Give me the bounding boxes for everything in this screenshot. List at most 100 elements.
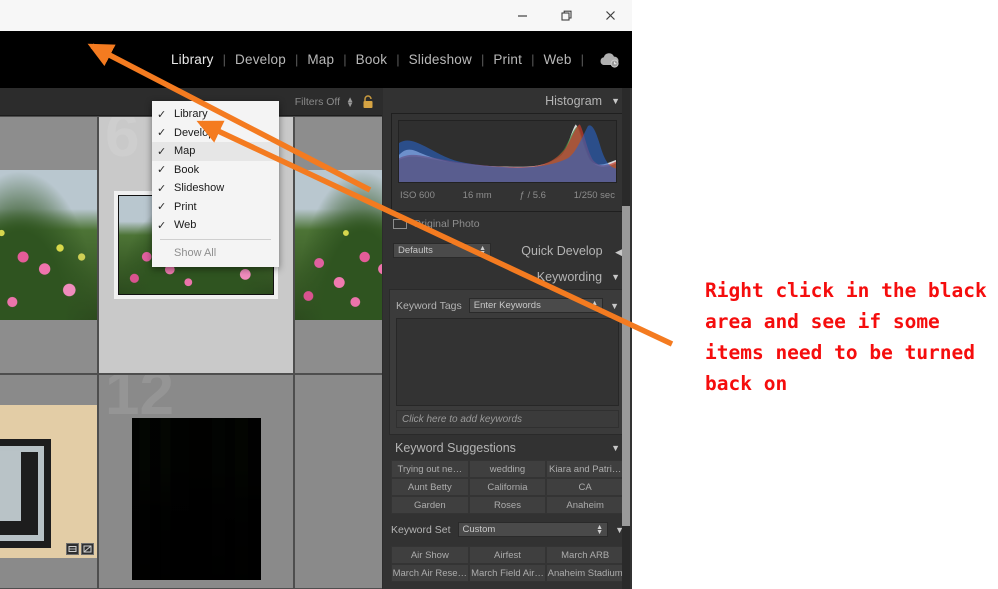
grid-cell[interactable] — [294, 116, 382, 374]
keyword-suggestion[interactable]: Kiara and Patri… — [546, 460, 624, 478]
keyword-suggestion[interactable]: Roses — [468, 496, 547, 514]
context-menu-item-slideshow[interactable]: ✓ Slideshow — [152, 179, 279, 198]
triangle-down-icon[interactable]: ▼ — [611, 96, 620, 106]
roses-photo — [0, 170, 97, 320]
keyword-set-item[interactable]: March ARB — [546, 546, 624, 564]
check-icon: ✓ — [157, 201, 167, 214]
keyword-set-dropdown[interactable]: Custom ▲ ▼ — [457, 522, 609, 537]
lock-icon[interactable] — [360, 94, 376, 110]
keyword-set-item[interactable]: March Air Rese… — [391, 564, 469, 582]
keyword-set-grid[interactable]: Air Show Airfest March ARB March Air Res… — [391, 546, 624, 582]
module-book[interactable]: Book — [347, 52, 397, 67]
develop-badge-icon[interactable] — [81, 543, 94, 555]
triangle-down-icon[interactable]: ▼ — [610, 301, 619, 311]
iso-value: ISO 600 — [400, 190, 435, 201]
grid-cell[interactable]: 12 — [98, 374, 294, 589]
right-panel-scrollbar[interactable] — [622, 88, 630, 589]
lightroom-window: Library | Develop | Map | Book | Slidesh… — [0, 31, 632, 589]
module-develop[interactable]: Develop — [226, 52, 295, 67]
add-keywords-input[interactable]: Click here to add keywords — [396, 410, 619, 428]
keyword-suggestion[interactable]: Anaheim — [546, 496, 624, 514]
histogram-panel-header[interactable]: Histogram ▼ — [383, 88, 632, 113]
context-menu-item-map[interactable]: ✓ Map — [152, 142, 279, 161]
updown-stepper-icon[interactable]: ▲ ▼ — [596, 524, 603, 536]
thumbnail-image[interactable] — [0, 170, 97, 320]
keyword-set-header[interactable]: Keyword Set Custom ▲ ▼ ▼ — [391, 520, 624, 542]
context-menu-item-print[interactable]: ✓ Print — [152, 198, 279, 217]
module-print[interactable]: Print — [484, 52, 531, 67]
keyword-tags-textarea[interactable] — [396, 318, 619, 406]
context-menu-label: Print — [174, 200, 197, 213]
crop-badge-icon[interactable] — [66, 543, 79, 555]
window-minimize-button[interactable] — [500, 0, 544, 31]
keyword-set-item[interactable]: Air Show — [391, 546, 469, 564]
scrollbar-thumb[interactable] — [622, 206, 630, 526]
module-library[interactable]: Library — [162, 52, 223, 67]
keyword-suggestions-panel-header[interactable]: Keyword Suggestions ▼ — [383, 435, 632, 460]
module-web[interactable]: Web — [534, 52, 580, 67]
filters-off-label[interactable]: Filters Off — [295, 96, 340, 108]
keyword-tags-dropdown[interactable]: Enter Keywords ▲ ▼ — [468, 298, 604, 313]
quick-develop-panel-header[interactable]: Defaults ▲ ▼ Quick Develop ◀ — [383, 237, 632, 264]
triangle-down-icon[interactable]: ▼ — [611, 443, 620, 453]
annotation-text: Right click in the black area and see if… — [705, 279, 987, 395]
keyword-set-item[interactable]: Airfest — [468, 546, 547, 564]
focal-length-value: 16 mm — [462, 190, 492, 201]
window-title-bar — [0, 0, 632, 31]
module-map[interactable]: Map — [298, 52, 343, 67]
context-menu-item-develop[interactable]: ✓ Develop — [152, 124, 279, 143]
grid-cell[interactable] — [294, 374, 382, 589]
context-menu-label: Book — [174, 163, 200, 176]
keywording-title: Keywording — [536, 269, 603, 284]
keyword-suggestion[interactable]: wedding — [468, 460, 547, 478]
keyword-set-item[interactable]: March Field Air… — [468, 564, 547, 582]
check-icon: ✓ — [157, 219, 167, 232]
module-context-menu[interactable]: ✓ Library ✓ Develop ✓ Map ✓ Book ✓ Slide… — [152, 101, 279, 267]
thumbnail-image[interactable] — [295, 170, 382, 320]
keyword-suggestions-grid[interactable]: Trying out ne… wedding Kiara and Patri… … — [391, 460, 624, 514]
original-photo-row[interactable]: Original Photo — [393, 218, 622, 230]
preset-dropdown[interactable]: Defaults ▲ ▼ — [393, 243, 491, 258]
context-menu-item-web[interactable]: ✓ Web — [152, 216, 279, 235]
context-menu-label: Web — [174, 219, 197, 232]
updown-stepper-icon[interactable]: ▲ ▼ — [479, 245, 486, 257]
triangle-down-icon[interactable]: ▼ — [611, 272, 620, 282]
check-icon: ✓ — [157, 108, 167, 121]
keyword-suggestion[interactable]: Garden — [391, 496, 469, 514]
context-menu-label: Map — [174, 145, 196, 158]
keywording-panel-header[interactable]: Keywording ▼ — [383, 264, 632, 289]
right-panel: Histogram ▼ ISO 600 16 mm ƒ / 5.6 1/250 … — [383, 88, 632, 589]
module-separator: | — [580, 52, 584, 67]
updown-stepper-icon[interactable]: ▲ ▼ — [346, 95, 354, 108]
context-menu-item-show-all[interactable]: Show All — [152, 244, 279, 263]
keyword-suggestion[interactable]: Trying out ne… — [391, 460, 469, 478]
cell-number: 6 — [105, 116, 140, 170]
updown-stepper-icon[interactable]: ▲ ▼ — [591, 300, 598, 312]
thumbnail-badges[interactable] — [66, 543, 94, 555]
window-close-button[interactable] — [588, 0, 632, 31]
keyword-tags-label: Keyword Tags — [396, 299, 462, 312]
check-icon: ✓ — [157, 164, 167, 177]
histogram-metadata: ISO 600 16 mm ƒ / 5.6 1/250 sec — [400, 190, 615, 201]
grid-cell[interactable] — [0, 374, 98, 589]
screenshot-root: Library | Develop | Map | Book | Slidesh… — [0, 0, 998, 589]
context-menu-item-library[interactable]: ✓ Library — [152, 105, 279, 124]
preset-value: Defaults — [398, 245, 433, 256]
keyword-set-item[interactable]: Anaheim Stadium — [546, 564, 624, 582]
thumbnail-image[interactable] — [0, 405, 97, 558]
keyword-suggestion[interactable]: Aunt Betty — [391, 478, 469, 496]
module-slideshow[interactable]: Slideshow — [400, 52, 481, 67]
grid-cell[interactable] — [0, 116, 98, 374]
context-menu-divider — [160, 238, 271, 240]
keyword-suggestion[interactable]: CA — [546, 478, 624, 496]
cloud-sync-icon[interactable] — [594, 49, 624, 71]
histogram-panel: ISO 600 16 mm ƒ / 5.6 1/250 sec — [391, 113, 624, 212]
triangle-left-icon[interactable]: ◀ — [615, 247, 622, 257]
keyword-suggestion[interactable]: California — [468, 478, 547, 496]
thumbnail-image[interactable] — [131, 417, 261, 580]
context-menu-label: Library — [174, 108, 208, 121]
keyword-tags-row: Keyword Tags Enter Keywords ▲ ▼ ▼ — [396, 296, 619, 318]
window-restore-button[interactable] — [544, 0, 588, 31]
context-menu-item-book[interactable]: ✓ Book — [152, 161, 279, 180]
keyword-set-label: Keyword Set — [391, 523, 451, 536]
